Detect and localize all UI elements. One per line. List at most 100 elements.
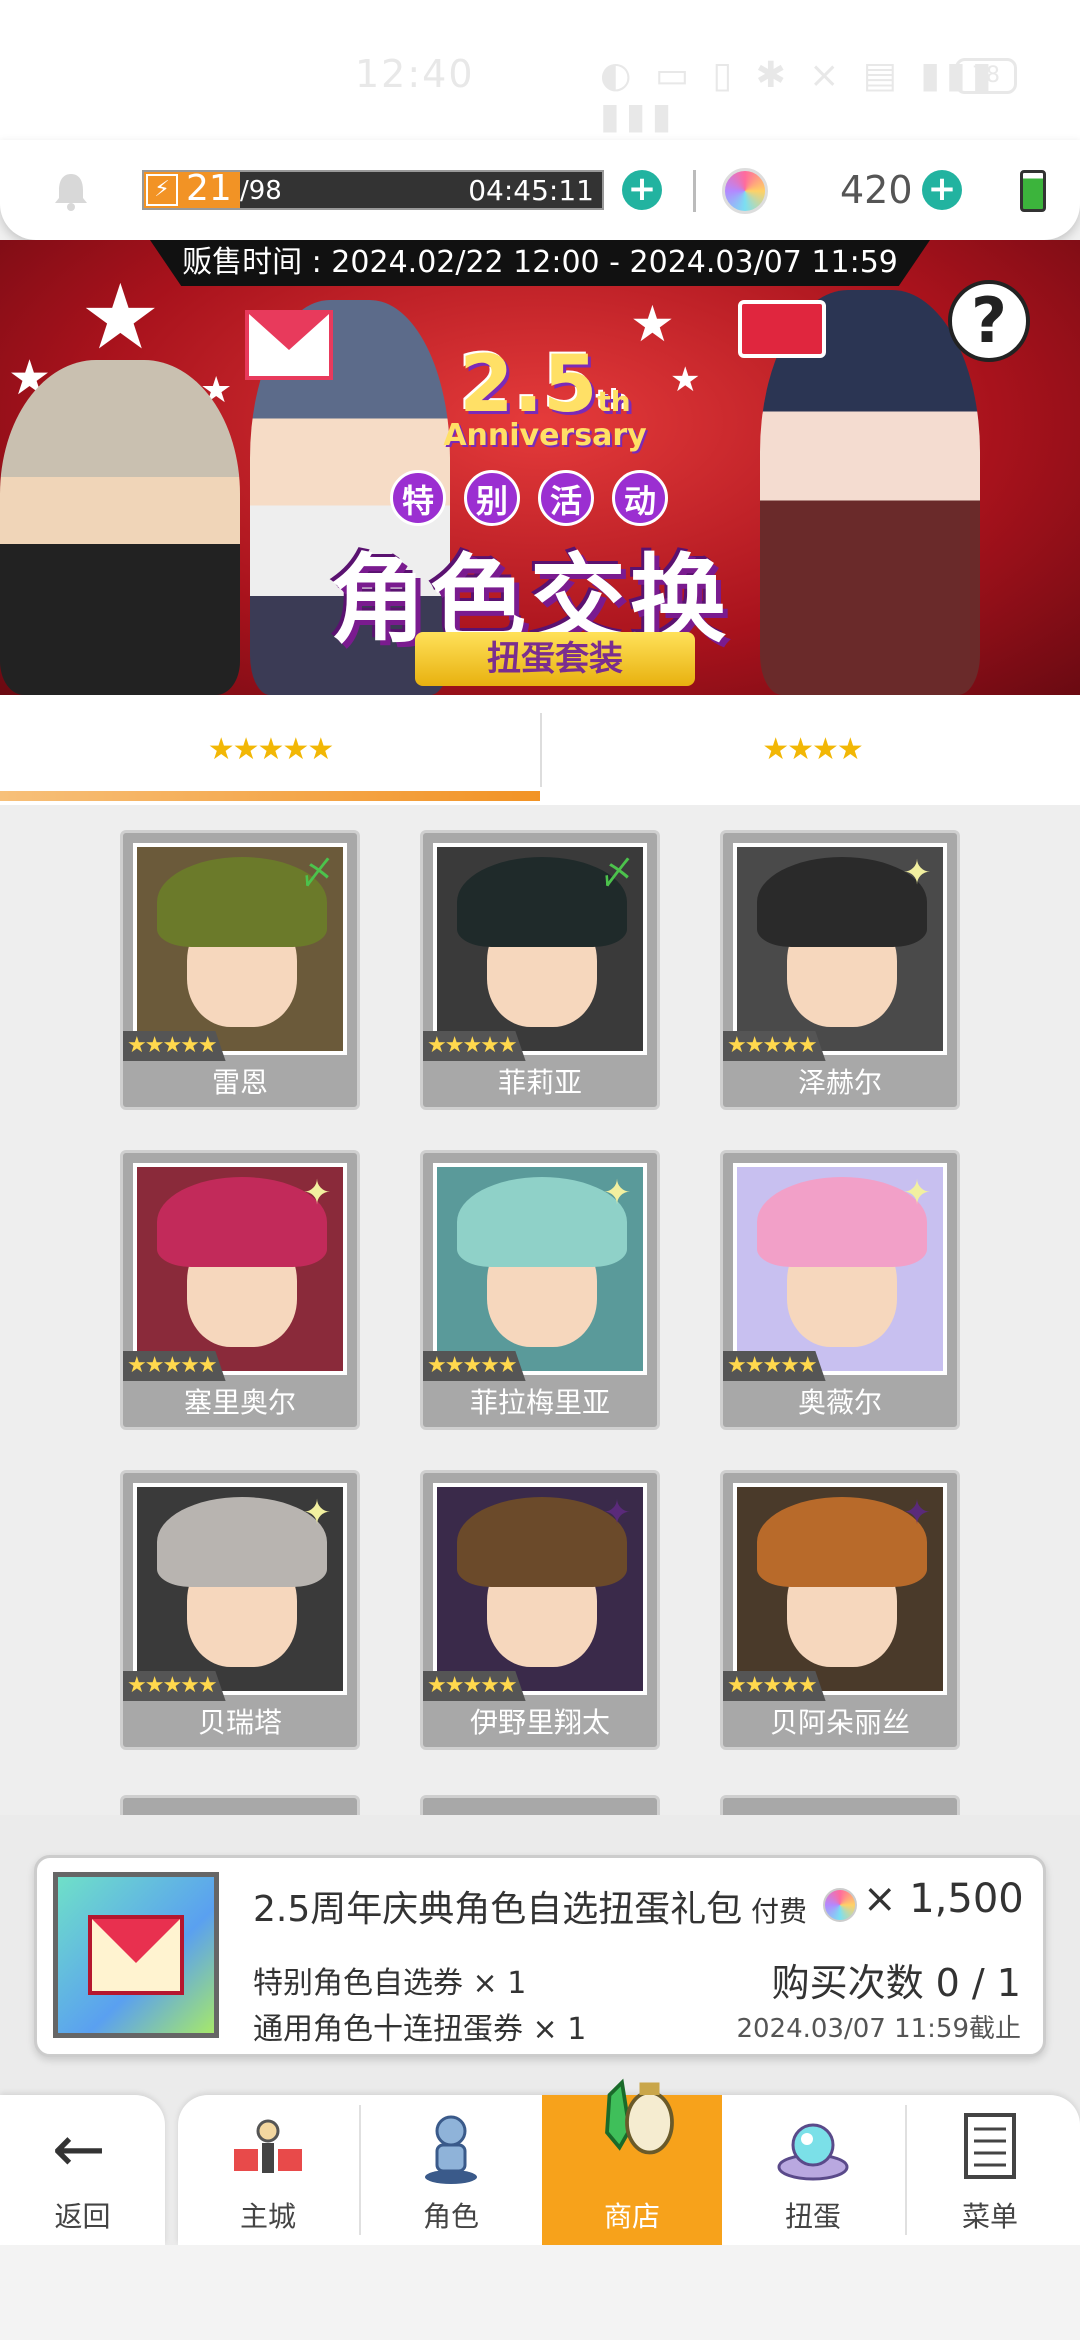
character-card[interactable]: ✦ ★★★★★ 菲拉梅里亚	[420, 1150, 660, 1430]
product-thumbnail	[53, 1872, 219, 2038]
character-card-partial[interactable]	[720, 1795, 960, 1815]
purchase-count: 购买次数 0 / 1	[771, 1961, 1021, 2005]
arrow-left-icon: ←	[52, 2113, 106, 2187]
light-icon: ✦	[302, 1493, 332, 1533]
special-char: 特	[390, 470, 446, 526]
character-card[interactable]: ✦ ★★★★★ 伊野里翔太	[420, 1470, 660, 1750]
bottom-nav: ← 返回 主城 角色 商店 扭蛋 菜单	[0, 2078, 1080, 2245]
status-time: 12:40	[355, 52, 475, 96]
rarity-stars: ★★★★★	[123, 1351, 226, 1381]
nav-shop[interactable]: 商店	[542, 2078, 722, 2245]
light-icon: ✦	[602, 1173, 632, 1213]
rarity-tabs: ★★★★★ ★★★★	[0, 695, 1080, 805]
town-icon	[234, 2119, 302, 2173]
add-gems-button[interactable]: +	[922, 170, 962, 210]
character-portrait: ✦	[733, 1163, 947, 1375]
add-stamina-button[interactable]: +	[622, 170, 662, 210]
rarity-stars: ★★★★★	[723, 1351, 826, 1381]
light-icon: ✦	[302, 1173, 332, 1213]
character-card[interactable]: ✦ ★★★★★ 贝阿朵丽丝	[720, 1470, 960, 1750]
ticket-icon	[738, 300, 826, 358]
character-portrait: ✦	[433, 1483, 647, 1695]
character-name: 伊野里翔太	[469, 1706, 610, 1739]
character-card[interactable]: ✦ ★★★★★ 贝瑞塔	[120, 1470, 360, 1750]
back-label: 返回	[54, 2200, 111, 2233]
wind-icon: 〆	[300, 853, 334, 893]
character-card[interactable]: ✦ ★★★★★ 塞里奥尔	[120, 1150, 360, 1430]
status-bar: 12:40 ◐ ▭ ▯ ✱ ⨯ ▤ ▮▮▮ ▮▮▮ 78	[0, 0, 1080, 140]
character-portrait: ✦	[733, 843, 947, 1055]
shadow-icon: ✦	[902, 1493, 932, 1533]
character-name: 菲莉亚	[497, 1066, 582, 1099]
nav-label: 主城	[239, 2200, 296, 2233]
nav-town[interactable]: 主城	[178, 2095, 358, 2245]
nav-menu[interactable]: 菜单	[900, 2095, 1080, 2245]
product-card[interactable]: 2.5周年庆典角色自选扭蛋礼包 付费 × 1,500 特别角色自选券 × 1 通…	[34, 1855, 1046, 2057]
menu-icon	[964, 2113, 1016, 2179]
resource-bar: ⚡ 21 /98 04:45:11 + 420 +	[0, 140, 1080, 240]
back-button[interactable]: ← 返回	[0, 2095, 165, 2245]
character-card[interactable]: 〆 ★★★★★ 雷恩	[120, 830, 360, 1110]
stamina-bar: ⚡ 21 /98 04:45:11	[142, 168, 604, 210]
nav-label: 商店	[603, 2200, 660, 2233]
shadow-icon: ✦	[602, 1493, 632, 1533]
rarity-stars: ★★★★★	[723, 1671, 826, 1701]
gem-count: 420	[840, 168, 913, 212]
envelope-icon	[88, 1915, 184, 1995]
nav-bar: 主城 角色 商店 扭蛋 菜单	[178, 2078, 1080, 2245]
character-icon	[425, 2115, 477, 2184]
character-card[interactable]: 〆 ★★★★★ 菲莉亚	[420, 830, 660, 1110]
system-nav-bar	[0, 2245, 1080, 2340]
stamina-timer: 04:45:11	[468, 174, 594, 207]
banner-ribbon: 扭蛋套装	[415, 632, 695, 686]
character-card-partial[interactable]	[420, 1795, 660, 1815]
star-decoration: ★	[80, 265, 161, 370]
character-name: 奥薇尔	[797, 1386, 882, 1419]
rarity-stars: ★★★★★	[723, 1031, 826, 1061]
character-card[interactable]: ✦ ★★★★★ 泽赫尔	[720, 830, 960, 1110]
character-card[interactable]: ✦ ★★★★★ 奥薇尔	[720, 1150, 960, 1430]
active-tab-indicator	[0, 791, 540, 801]
character-portrait: ✦	[133, 1483, 347, 1695]
nav-label: 扭蛋	[784, 2200, 841, 2233]
help-button[interactable]: ?	[948, 280, 1030, 362]
shop-icon	[605, 2078, 674, 2155]
special-char: 活	[538, 470, 594, 526]
character-grid: 〆 ★★★★★ 雷恩 〆 ★★★★★ 菲莉亚 ✦ ★★★★★ 泽赫尔 ✦ ★★★★★ 塞里奥尔 ✦ ★★★…	[0, 805, 1080, 1815]
stamina-current: 21	[186, 168, 232, 209]
character-name: 贝瑞塔	[197, 1706, 282, 1739]
anniversary-number: 2.5	[459, 340, 598, 430]
deadline: 2024.03/07 11:59截止	[736, 2014, 1021, 2044]
character-portrait: ✦	[733, 1483, 947, 1695]
star-decoration: ★	[670, 360, 701, 400]
pay-label: 付费	[751, 1895, 808, 1928]
nav-gacha[interactable]: 扭蛋	[723, 2095, 903, 2245]
character-name: 菲拉梅里亚	[469, 1386, 610, 1419]
nav-character[interactable]: 角色	[361, 2095, 541, 2245]
banner-character-left	[0, 360, 240, 695]
game-screen: 12:40 ◐ ▭ ▯ ✱ ⨯ ▤ ▮▮▮ ▮▮▮ 78 ⚡ 21 /98 04…	[0, 0, 1080, 2340]
rarity-stars: ★★★★★	[123, 1031, 226, 1061]
special-char: 动	[612, 470, 668, 526]
bell-icon[interactable]	[50, 170, 92, 212]
wind-icon: 〆	[600, 853, 634, 893]
character-portrait: ✦	[433, 1163, 647, 1375]
tab-4-star[interactable]: ★★★★	[542, 695, 1080, 805]
character-portrait: 〆	[133, 843, 347, 1055]
character-name: 塞里奥尔	[183, 1386, 296, 1419]
battery-icon	[1020, 170, 1046, 212]
light-icon: ✦	[902, 1173, 932, 1213]
event-banner[interactable]: 贩售时间 : 2024.02/22 12:00 - 2024.03/07 11:…	[0, 240, 1080, 695]
nav-label: 菜单	[961, 2200, 1018, 2233]
divider	[693, 170, 696, 212]
light-icon: ✦	[902, 853, 932, 893]
product-price: × 1,500	[863, 1876, 1024, 1922]
tab-5-star[interactable]: ★★★★★	[0, 695, 540, 805]
rarity-stars: ★★★★★	[423, 1671, 526, 1701]
anniversary-logo: 2.5th Anniversary	[430, 340, 660, 453]
character-card-partial[interactable]	[120, 1795, 360, 1815]
nav-label: 角色	[422, 2200, 479, 2233]
sale-time: 贩售时间 : 2024.02/22 12:00 - 2024.03/07 11:…	[150, 240, 930, 286]
special-char: 别	[464, 470, 520, 526]
character-portrait: 〆	[433, 843, 647, 1055]
